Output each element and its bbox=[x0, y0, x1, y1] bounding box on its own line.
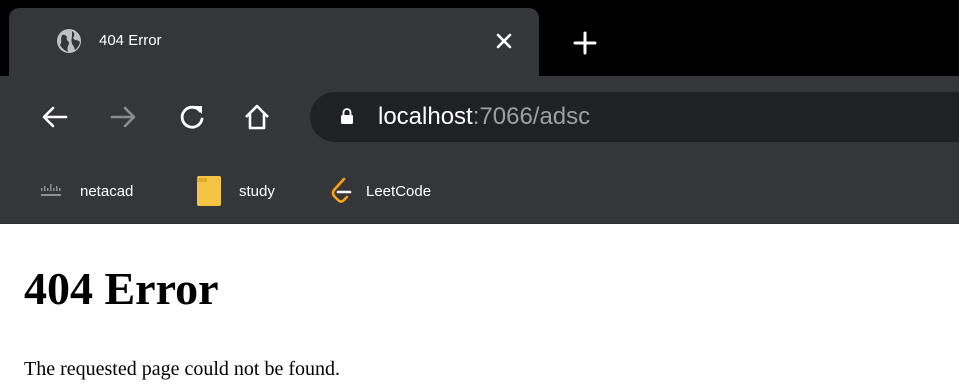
bookmark-study[interactable]: study bbox=[197, 176, 275, 206]
address-bar[interactable]: localhost:7066/adsc bbox=[310, 92, 959, 142]
bookmark-label: netacad bbox=[80, 182, 134, 200]
browser-tab[interactable]: 404 Error bbox=[9, 8, 539, 76]
url-text: localhost:7066/adsc bbox=[378, 103, 590, 131]
close-icon[interactable] bbox=[493, 30, 515, 52]
plus-icon[interactable] bbox=[571, 29, 599, 57]
page-content: 404 Error The requested page could not b… bbox=[0, 224, 959, 387]
folder-icon bbox=[197, 176, 221, 206]
arrow-left-icon[interactable] bbox=[40, 102, 70, 132]
browser-toolbar: localhost:7066/adsc bbox=[0, 76, 959, 159]
cisco-logo-icon bbox=[41, 184, 61, 196]
lock-icon[interactable] bbox=[340, 107, 354, 125]
tab-title: 404 Error bbox=[99, 32, 162, 49]
arrow-right-icon[interactable] bbox=[108, 102, 138, 132]
bookmark-label: study bbox=[239, 182, 275, 200]
error-message: The requested page could not be found. bbox=[24, 358, 341, 380]
url-path: :7066/adsc bbox=[472, 103, 591, 130]
bookmarks-bar: netacad study LeetCode bbox=[0, 159, 959, 224]
tab-strip: 404 Error bbox=[0, 0, 959, 76]
bookmark-leetcode[interactable]: LeetCode bbox=[330, 176, 431, 206]
reload-icon[interactable] bbox=[177, 102, 207, 132]
leetcode-logo-icon bbox=[331, 177, 352, 203]
page-title: 404 Error bbox=[24, 263, 219, 314]
home-icon[interactable] bbox=[242, 102, 272, 132]
globe-icon bbox=[57, 29, 81, 53]
bookmark-label: LeetCode bbox=[366, 182, 432, 200]
url-host: localhost bbox=[378, 103, 473, 130]
bookmark-netacad[interactable]: netacad bbox=[40, 176, 133, 206]
